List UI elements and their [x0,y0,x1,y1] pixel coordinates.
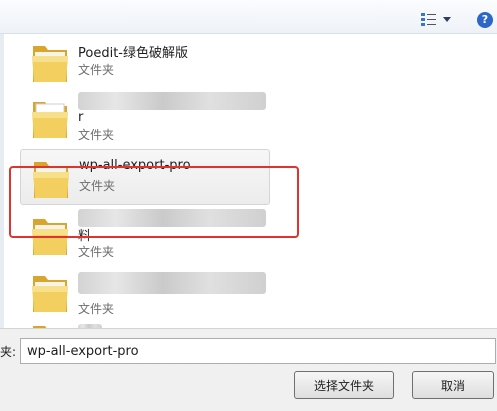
list-item[interactable]: Poedit-绿色破解版 文件夹 [20,34,270,90]
separator [0,328,497,329]
help-icon[interactable]: ? [477,12,493,28]
item-type: 文件夹 [78,302,115,316]
item-type: 文件夹 [78,63,115,77]
select-folder-button[interactable]: 选择文件夹 [294,371,394,399]
blurred-name [78,272,266,294]
change-view-button[interactable] [421,9,461,29]
list-item[interactable]: 文件夹 [20,264,270,320]
item-name: Poedit-绿色破解版 [78,46,188,61]
toolbar: ? [0,0,497,34]
red-highlight-box [9,166,299,238]
folder-icon [32,102,68,138]
cancel-button[interactable]: 取消 [412,371,494,399]
list-left-border [0,34,4,328]
folder-name-input[interactable] [20,338,496,364]
folder-list[interactable]: Poedit-绿色破解版 文件夹 r 文件夹 wp-all-export-pro… [0,34,497,328]
folder-icon [32,276,68,312]
item-type: 文件夹 [78,245,115,259]
folder-label: 夹: [0,345,17,359]
item-type: 文件夹 [78,128,115,142]
folder-icon [32,46,68,82]
chevron-down-icon[interactable] [443,16,451,22]
list-item[interactable]: r 文件夹 [20,90,270,146]
blurred-name [78,92,266,110]
details-view-icon [421,12,437,26]
item-name: r [78,110,84,125]
